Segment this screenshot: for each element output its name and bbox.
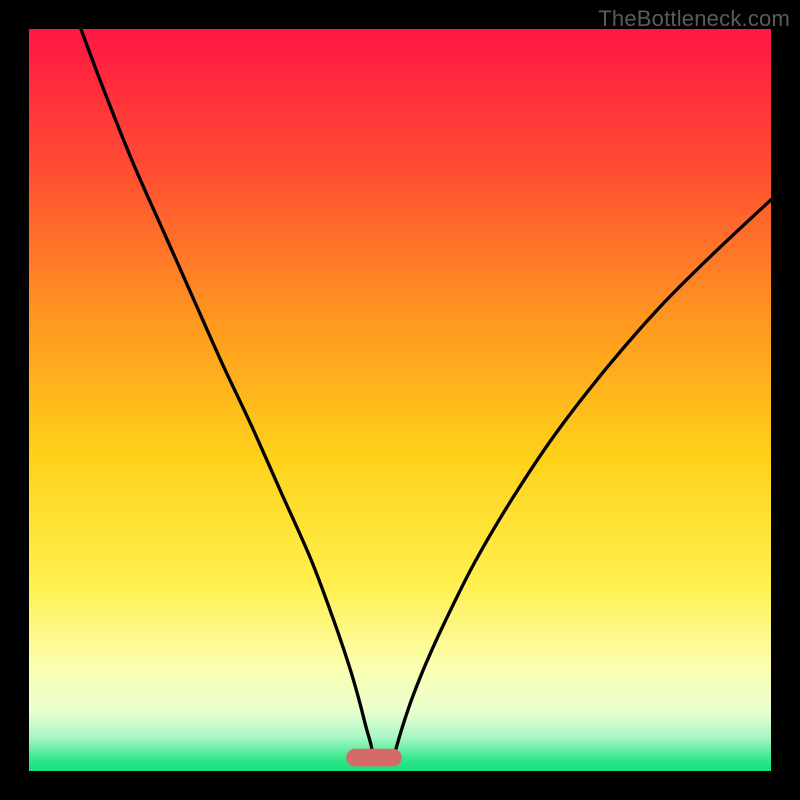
- bottleneck-chart: [29, 29, 771, 771]
- chart-frame: [29, 29, 771, 771]
- plot-background: [29, 29, 771, 771]
- optimum-marker: [346, 749, 402, 767]
